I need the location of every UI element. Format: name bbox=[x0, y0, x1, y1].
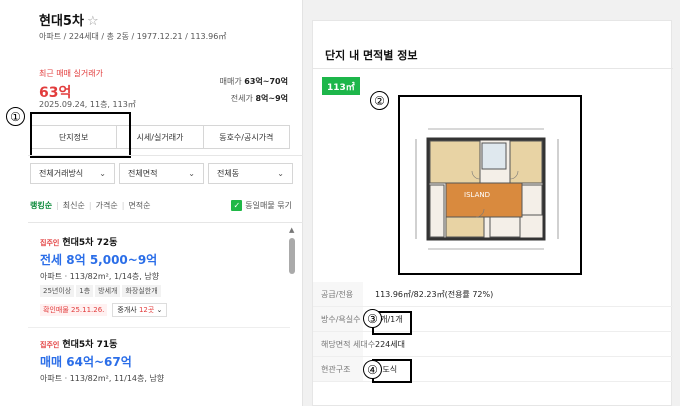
chevron-down-icon: ⌄ bbox=[156, 306, 163, 314]
floor-plan-image[interactable]: ISLAND bbox=[398, 95, 582, 275]
annotation-marker-4: ④ bbox=[363, 360, 382, 379]
annotation-box-1 bbox=[30, 112, 131, 158]
filter-bar: 전체거래방식 ⌄ 전체면적 ⌄ 전체동 ⌄ bbox=[30, 163, 293, 184]
listing-title-text: 현대5차 71동 bbox=[62, 340, 118, 350]
area-tab-badge[interactable]: 113㎡ bbox=[322, 77, 360, 95]
recent-price-label: 최근 매매 실거래가 bbox=[39, 69, 103, 78]
listing-title-text: 현대5차 72동 bbox=[62, 238, 118, 248]
agency-dropdown[interactable]: 중개사 12곳 ⌄ bbox=[112, 303, 168, 317]
area-detail-panel: 단지 내 면적별 정보 113㎡ ISLAND ② 공급/전용 113.96㎡/… bbox=[312, 20, 673, 406]
sort-bar: 랭킹순 | 최신순 | 가격순 | 면적순 ✓ 동일매물 묶기 bbox=[30, 200, 292, 211]
listing-title: 집주인 현대5차 72동 bbox=[40, 235, 167, 248]
filter-trade-type[interactable]: 전체거래방식 ⌄ bbox=[30, 163, 115, 184]
rent-range: 8억~9억 bbox=[255, 94, 288, 103]
divider bbox=[313, 68, 673, 69]
listing-tag: 화장실한개 bbox=[122, 285, 161, 297]
same-listing-label: 동일매물 묶기 bbox=[245, 201, 292, 210]
detail-panel-background: 단지 내 면적별 정보 113㎡ ISLAND ② 공급/전용 113.96㎡/… bbox=[303, 0, 680, 406]
listing-tags: 25년이상 1층 방세개 화장실한개 bbox=[40, 285, 167, 297]
listing-desc: 아파트 · 113/82m², 11/14층, 남향 bbox=[40, 374, 165, 383]
owner-badge: 집주인 bbox=[40, 239, 60, 247]
row-key: 공급/전용 bbox=[313, 282, 363, 306]
list-item[interactable]: 집주인 현대5차 72동 전세 8억 5,000~9억 아파트 · 113/82m… bbox=[40, 235, 168, 317]
sort-area[interactable]: 면적순 bbox=[128, 200, 150, 211]
sale-price-range: 매매가 63억~70억 bbox=[220, 76, 288, 87]
floor-plan-drawing: ISLAND bbox=[406, 109, 574, 259]
scrollbar-thumb[interactable] bbox=[289, 238, 295, 274]
row-key: 해당면적 세대수 bbox=[313, 332, 375, 356]
list-item[interactable]: 집주인 현대5차 71동 매매 64억~67억 아파트 · 113/82m², 1… bbox=[40, 337, 164, 384]
complex-name: 현대5차 bbox=[39, 14, 84, 29]
agency-label: 중개사 bbox=[117, 306, 137, 314]
sort-separator: | bbox=[88, 201, 92, 210]
sale-range: 63억~70억 bbox=[244, 77, 288, 86]
complex-title: 현대5차 ☆ bbox=[39, 10, 99, 29]
tab-unit-price[interactable]: 동호수/공시가격 bbox=[204, 126, 289, 148]
sort-separator: | bbox=[121, 201, 125, 210]
row-value: 224세대 bbox=[375, 339, 405, 349]
sort-separator: | bbox=[56, 201, 59, 210]
annotation-marker-2: ② bbox=[370, 91, 389, 110]
complex-panel: 현대5차 ☆ 아파트 / 224세대 / 총 2동 / 1977.12.21 / … bbox=[0, 0, 303, 406]
chevron-down-icon: ⌄ bbox=[277, 169, 284, 178]
listing-tag: 1층 bbox=[76, 285, 94, 297]
floor-plan-island-label: ISLAND bbox=[464, 191, 490, 199]
listing-price: 전세 8억 5,000~9억 bbox=[40, 253, 158, 267]
divider bbox=[28, 327, 290, 328]
filter-building-label: 전체동 bbox=[217, 169, 240, 178]
complex-meta: 아파트 / 224세대 / 총 2동 / 1977.12.21 / 113.96… bbox=[39, 32, 227, 41]
chevron-down-icon: ⌄ bbox=[99, 169, 106, 178]
favorite-star-icon[interactable]: ☆ bbox=[87, 14, 99, 29]
rent-price-range: 전세가 8억~9억 bbox=[231, 93, 288, 104]
annotation-marker-3: ③ bbox=[363, 309, 382, 328]
area-detail-heading: 단지 내 면적별 정보 bbox=[325, 49, 418, 62]
table-row: 해당면적 세대수 224세대 bbox=[313, 332, 673, 357]
listing-confirm: 확인매물 25.11.26. 중개사 12곳 ⌄ bbox=[40, 303, 168, 317]
same-listing-toggle[interactable]: ✓ 동일매물 묶기 bbox=[231, 200, 292, 211]
listing-desc: 아파트 · 113/82m², 1/14층, 남향 bbox=[40, 272, 160, 281]
owner-badge: 집주인 bbox=[40, 341, 60, 349]
table-row: 공급/전용 113.96㎡/82.23㎡(전용률 72%) bbox=[313, 282, 673, 307]
listing-title: 집주인 현대5차 71동 bbox=[40, 337, 164, 350]
recent-date: 2025.09.24, 11층, 113㎡ bbox=[39, 100, 136, 109]
filter-area[interactable]: 전체면적 ⌄ bbox=[119, 163, 204, 184]
scroll-up-arrow-icon[interactable]: ▲ bbox=[289, 226, 294, 234]
row-key: 현관구조 bbox=[313, 357, 363, 381]
filter-trade-type-label: 전체거래방식 bbox=[39, 169, 84, 178]
divider bbox=[28, 155, 303, 156]
sort-ranking[interactable]: 랭킹순 bbox=[30, 200, 52, 211]
listing-tag: 25년이상 bbox=[40, 285, 75, 297]
listing-tag: 방세개 bbox=[95, 285, 121, 297]
sale-label: 매매가 bbox=[219, 77, 242, 86]
chevron-down-icon: ⌄ bbox=[188, 169, 195, 178]
row-value: 113.96㎡/82.23㎡(전용률 72%) bbox=[375, 289, 494, 299]
sort-price[interactable]: 가격순 bbox=[96, 200, 118, 211]
checkbox-checked-icon[interactable]: ✓ bbox=[231, 200, 243, 211]
confirm-date: 확인매물 25.11.26. bbox=[40, 304, 108, 316]
filter-building[interactable]: 전체동 ⌄ bbox=[208, 163, 293, 184]
listing-price: 매매 64억~67억 bbox=[40, 355, 132, 369]
row-key: 방수/욕실수 bbox=[313, 307, 363, 331]
annotation-marker-1: ① bbox=[6, 107, 25, 126]
listing-list: 집주인 현대5차 72동 전세 8억 5,000~9억 아파트 · 113/82m… bbox=[28, 222, 303, 406]
agency-count: 12곳 bbox=[138, 306, 155, 314]
sort-latest[interactable]: 최신순 bbox=[63, 200, 85, 211]
rent-label: 전세가 bbox=[230, 94, 253, 103]
filter-area-label: 전체면적 bbox=[128, 169, 158, 178]
